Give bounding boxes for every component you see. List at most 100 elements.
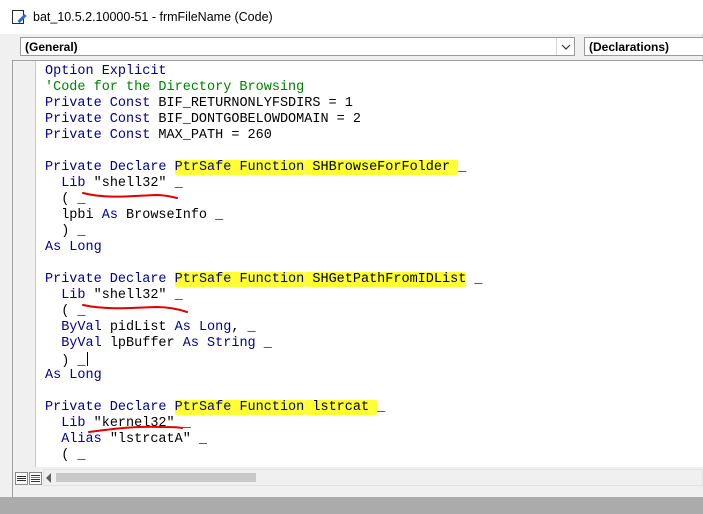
scrollbar-thumb[interactable] (56, 473, 256, 482)
code-window-icon (11, 9, 27, 25)
code-token: Lib (61, 176, 86, 191)
code-token: _ (466, 272, 483, 287)
code-token: Option Explicit (45, 64, 167, 79)
scroll-left-arrow-icon[interactable] (46, 473, 51, 483)
code-token: ) _ (45, 224, 86, 239)
code-token: As (101, 208, 118, 223)
code-line[interactable]: Private Declare PtrSafe Function SHBrows… (45, 160, 483, 176)
object-dropdown-value: (General) (25, 39, 78, 54)
code-token: pidList (101, 320, 175, 335)
title-bar[interactable]: bat_10.5.2.10000-51 - frmFileName (Code) (0, 0, 703, 34)
code-token: Private Const (45, 112, 151, 127)
code-area[interactable]: Option Explicit 'Code for the Directory B… (36, 61, 703, 467)
code-line[interactable]: As Long (45, 240, 483, 256)
object-dropdown[interactable]: (General) (20, 37, 575, 56)
code-token: PtrSafe Function (174, 272, 305, 287)
code-token: BIF_DONTGOBELOWDOMAIN = 2 (150, 112, 361, 127)
code-line[interactable]: Option Explicit (45, 64, 483, 80)
code-line[interactable]: ByVal pidList As Long, _ (45, 320, 483, 336)
code-line[interactable] (45, 144, 483, 160)
code-token: "lstrcatA" _ (101, 432, 208, 447)
code-token: MAX_PATH = 260 (150, 128, 272, 143)
code-line[interactable]: lpbi As BrowseInfo _ (45, 208, 483, 224)
procedure-dropdown-value: (Declarations) (589, 39, 670, 54)
code-line[interactable]: ) _ (45, 224, 483, 240)
code-token: Private Const (45, 96, 151, 111)
code-line[interactable]: ( _ (45, 304, 483, 320)
code-line[interactable]: ( _ (45, 192, 483, 208)
code-line[interactable]: Lib "shell32" _ (45, 176, 483, 192)
code-token: Lib (61, 288, 86, 303)
code-token: As Long (45, 368, 102, 383)
code-token: ( _ (45, 448, 86, 463)
code-token: lpBuffer (101, 336, 183, 351)
code-line[interactable] (45, 256, 483, 272)
code-window: bat_10.5.2.10000-51 - frmFileName (Code)… (0, 0, 703, 497)
code-token: As String (182, 336, 256, 351)
code-line[interactable]: 'Code for the Directory Browsing (45, 80, 483, 96)
code-line[interactable]: Alias "lstrcatA" _ (45, 432, 483, 448)
chevron-down-icon[interactable] (556, 38, 574, 55)
code-editor[interactable]: Option Explicit 'Code for the Directory B… (12, 60, 703, 497)
horizontal-scrollbar[interactable] (43, 469, 703, 486)
code-token: Private Declare (45, 272, 167, 287)
code-token: PtrSafe Function (174, 400, 305, 415)
code-token: , _ (231, 320, 256, 335)
code-token: ByVal (61, 320, 102, 335)
procedure-dropdown[interactable]: (Declarations) (584, 37, 703, 56)
code-line[interactable]: Lib "shell32" _ (45, 288, 483, 304)
code-line[interactable]: Private Declare PtrSafe Function lstrcat… (45, 400, 483, 416)
code-token: BrowseInfo _ (117, 208, 224, 223)
code-token: lpbi (45, 208, 102, 223)
code-token: lstrcat (304, 400, 378, 415)
margin-indicator-bar[interactable] (13, 61, 36, 467)
code-token: "shell32" _ (85, 288, 183, 303)
code-token: ( _ (45, 304, 86, 319)
code-line[interactable]: ByVal lpBuffer As String _ (45, 336, 483, 352)
editor-bottom-bar (13, 467, 703, 497)
code-token: BIF_RETURNONLYFSDIRS = 1 (150, 96, 353, 111)
code-line[interactable]: ) _ (45, 352, 483, 369)
code-token: "kernel32" _ (85, 416, 191, 431)
code-token: _ (377, 400, 386, 415)
code-token: SHGetPathFromIDList (304, 272, 467, 287)
code-token: SHBrowseForFolder (304, 160, 459, 175)
code-token: As Long (174, 320, 232, 335)
code-token: ( _ (45, 192, 86, 207)
code-token: ) _ (45, 354, 86, 369)
code-line[interactable]: Lib "kernel32" _ (45, 416, 483, 432)
full-module-view-icon[interactable] (29, 472, 42, 485)
code-token: "shell32" _ (85, 176, 183, 191)
code-token: Alias (61, 432, 102, 447)
code-line[interactable]: Private Const MAX_PATH = 260 (45, 128, 483, 144)
window-title: bat_10.5.2.10000-51 - frmFileName (Code) (33, 10, 273, 24)
desktop-background (0, 497, 703, 514)
code-token: _ (255, 336, 272, 351)
code-line[interactable] (45, 384, 483, 400)
code-line[interactable]: Private Const BIF_DONTGOBELOWDOMAIN = 2 (45, 112, 483, 128)
code-text[interactable]: Option Explicit 'Code for the Directory B… (45, 64, 483, 464)
code-token: _ (458, 160, 467, 175)
code-line[interactable]: Private Declare PtrSafe Function SHGetPa… (45, 272, 483, 288)
code-token: ByVal (61, 336, 102, 351)
procedure-view-icon[interactable] (15, 472, 28, 485)
code-token: Lib (61, 416, 86, 431)
code-line[interactable]: Private Const BIF_RETURNONLYFSDIRS = 1 (45, 96, 483, 112)
code-line[interactable]: As Long (45, 368, 483, 384)
code-token: 'Code for the Directory Browsing (45, 80, 305, 95)
code-token: As Long (45, 240, 102, 255)
code-token: Private Declare (45, 400, 167, 415)
code-line[interactable]: ( _ (45, 448, 483, 464)
text-caret (86, 352, 88, 366)
code-token: PtrSafe Function (174, 160, 305, 175)
code-token: Private Const (45, 128, 151, 143)
